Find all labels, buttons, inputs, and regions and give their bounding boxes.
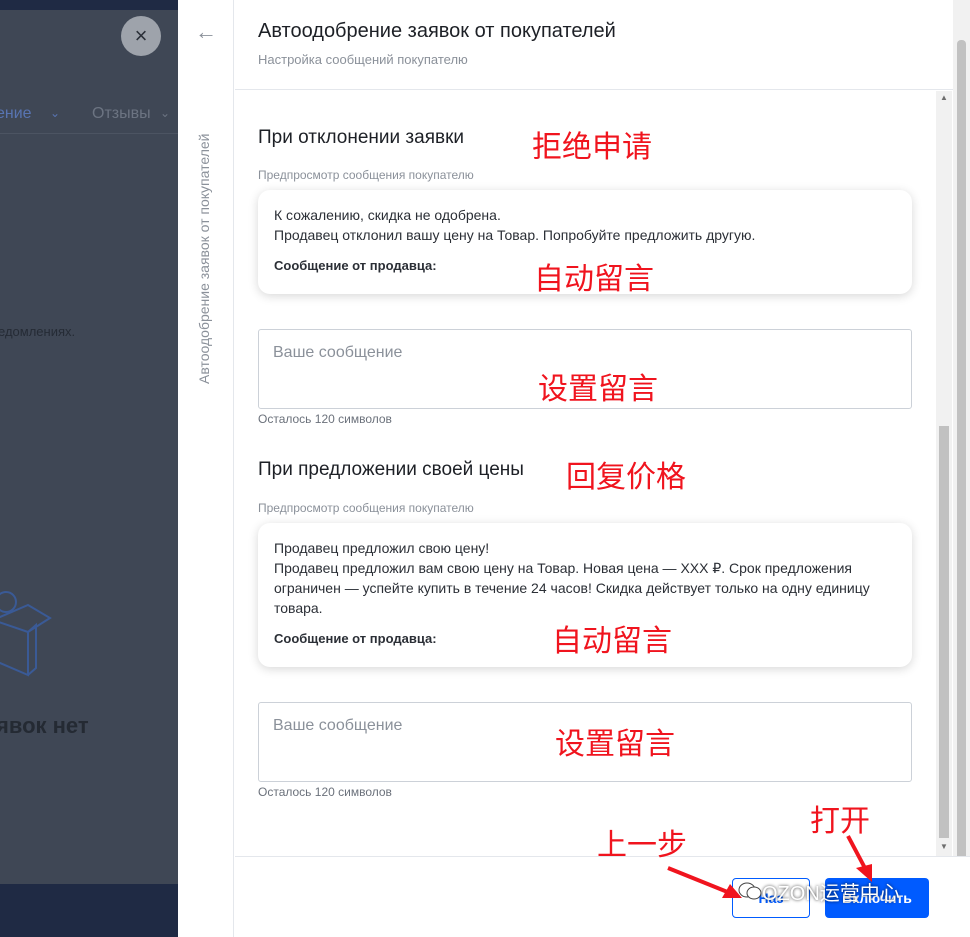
annotation-auto-message: 自动留言 (552, 624, 672, 659)
background-notice-text: едомлениях. (0, 324, 76, 339)
divider (0, 133, 178, 134)
background-app: × ение ⌄ Отзывы ⌄ едомлениях. явок нет (0, 0, 178, 937)
close-icon[interactable]: × (121, 16, 161, 56)
background-empty-text: явок нет (0, 713, 89, 738)
reject-section-title: При отклонении заявки (258, 127, 465, 148)
char-count: Осталось 120 символов (258, 785, 392, 799)
char-count: Осталось 120 символов (258, 412, 392, 426)
annotation-open: 打开 (810, 804, 870, 839)
scroll-down-icon[interactable]: ▼ (936, 842, 952, 854)
drawer-header: Автоодобрение заявок от покупателей Наст… (235, 0, 970, 90)
chevron-down-icon: ⌄ (50, 106, 61, 120)
annotation-reject-request: 拒绝申请 (532, 130, 652, 165)
preview-line: Продавец предложил вам свою цену на Това… (274, 560, 870, 616)
empty-box-icon (0, 591, 52, 677)
annotation-set-message: 设置留言 (538, 372, 658, 407)
rail-title: Автоодобрение заявок от покупателей (196, 133, 212, 384)
preview-line: Продавец предложил свою цену! (274, 540, 490, 556)
annotation-previous-step: 上一步 (597, 828, 687, 863)
background-tab-reviews: Отзывы (92, 105, 151, 122)
page-scrollbar[interactable] (953, 0, 970, 937)
annotation-set-message: 设置留言 (555, 727, 675, 762)
watermark: OZON运营中心 (732, 877, 900, 906)
back-arrow-icon[interactable]: ← (194, 20, 218, 44)
background-tab-active: ение (0, 105, 32, 122)
watermark-text: OZON运营中心 (762, 883, 900, 905)
scroll-thumb[interactable] (939, 426, 949, 838)
page-subtitle: Настройка сообщений покупателю (258, 52, 468, 67)
preview-label: Предпросмотр сообщения покупателю (258, 168, 474, 182)
annotation-auto-message: 自动留言 (534, 262, 654, 297)
chevron-down-icon: ⌄ (160, 106, 171, 120)
scroll-up-icon[interactable]: ▲ (936, 93, 952, 105)
page-scroll-thumb[interactable] (957, 40, 966, 920)
annotation-reply-price: 回复价格 (566, 460, 686, 495)
page-title: Автоодобрение заявок от покупателей (258, 20, 616, 42)
background-footer (0, 884, 178, 937)
preview-label: Предпросмотр сообщения покупателю (258, 501, 474, 515)
background-topbar (0, 0, 178, 10)
preview-line: К сожалению, скидка не одобрена. (274, 207, 501, 223)
content-scrollbar[interactable]: ▲ ▼ (936, 91, 952, 856)
counter-section-title: При предложении своей цены (258, 459, 524, 480)
preview-line: Продавец отклонил вашу цену на Товар. По… (274, 227, 756, 243)
drawer-rail: ← Автоодобрение заявок от покупателей (178, 0, 234, 937)
